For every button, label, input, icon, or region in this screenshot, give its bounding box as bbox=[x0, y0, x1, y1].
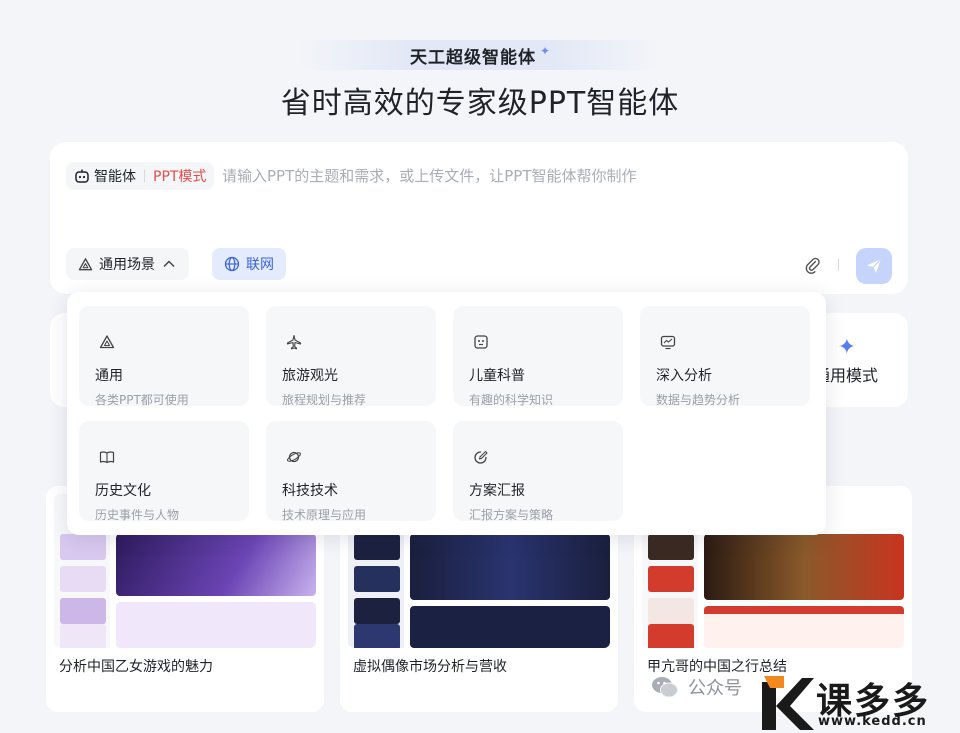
edit-icon bbox=[474, 450, 488, 464]
sparkle-icon: ✦ bbox=[837, 335, 856, 360]
globe-icon bbox=[224, 256, 240, 272]
robot-face-icon bbox=[474, 335, 488, 349]
prompt-composer: 智能体 PPT模式 通用场景 联网 bbox=[50, 142, 908, 294]
airplane-icon bbox=[286, 334, 302, 350]
ppt-mode-label: PPT模式 bbox=[153, 169, 207, 185]
triangle-icon bbox=[78, 257, 93, 270]
scene-option-proposal[interactable]: 方案汇报 汇报方案与策略 bbox=[453, 421, 623, 522]
web-search-toggle[interactable]: 联网 bbox=[212, 248, 286, 280]
sparkle-icon: ✦ bbox=[539, 44, 551, 58]
book-icon bbox=[99, 451, 115, 464]
web-button-label: 联网 bbox=[246, 257, 274, 273]
scene-name: 深入分析 bbox=[656, 368, 712, 384]
scene-desc: 旅程规划与推荐 bbox=[282, 393, 367, 407]
scene-name: 历史文化 bbox=[95, 483, 151, 499]
scene-option-technology[interactable]: 科技技术 技术原理与应用 bbox=[266, 421, 436, 522]
triangle-icon bbox=[99, 335, 115, 349]
watermark-text: 公众号 bbox=[688, 678, 742, 699]
scene-select-button[interactable]: 通用场景 bbox=[66, 248, 189, 280]
toolbar-divider bbox=[838, 259, 839, 271]
scene-desc: 数据与趋势分析 bbox=[656, 393, 741, 407]
scene-name: 通用 bbox=[95, 368, 123, 384]
scene-name: 旅游观光 bbox=[282, 368, 338, 384]
prompt-input[interactable] bbox=[222, 164, 862, 188]
wechat-watermark: 公众号 bbox=[650, 672, 742, 702]
brand-banner: 天工超级智能体 ✦ bbox=[300, 40, 660, 70]
robot-icon bbox=[75, 169, 89, 183]
scene-desc: 各类PPT都可使用 bbox=[95, 393, 189, 407]
monitor-chart-icon bbox=[660, 335, 676, 350]
scene-option-general[interactable]: 通用 各类PPT都可使用 bbox=[79, 306, 249, 407]
page-headline: 省时高效的专家级PPT智能体 bbox=[280, 86, 680, 121]
scene-dropdown-menu: 通用 各类PPT都可使用 旅游观光 旅程规划与推荐 儿童科普 有趣的科学知识 深… bbox=[67, 292, 826, 535]
agent-label: 智能体 bbox=[94, 169, 136, 185]
scene-desc: 汇报方案与策略 bbox=[469, 508, 554, 522]
scene-option-kids-science[interactable]: 儿童科普 有趣的科学知识 bbox=[453, 306, 623, 407]
scene-option-analysis[interactable]: 深入分析 数据与趋势分析 bbox=[640, 306, 810, 407]
planet-icon bbox=[287, 451, 301, 463]
send-icon bbox=[867, 258, 882, 273]
scene-desc: 历史事件与人物 bbox=[95, 508, 180, 522]
example-title: 虚拟偶像市场分析与营收 bbox=[353, 659, 507, 675]
send-button[interactable] bbox=[856, 248, 892, 284]
agent-mode-pill[interactable]: 智能体 PPT模式 bbox=[66, 162, 215, 190]
brand-name: 天工超级智能体 bbox=[409, 47, 536, 68]
scene-desc: 有趣的科学知识 bbox=[469, 393, 554, 407]
scene-desc: 技术原理与应用 bbox=[282, 508, 367, 522]
example-title: 分析中国乙女游戏的魅力 bbox=[59, 659, 213, 675]
scene-name: 方案汇报 bbox=[469, 483, 525, 499]
scene-option-travel[interactable]: 旅游观光 旅程规划与推荐 bbox=[266, 306, 436, 407]
site-logo: 课多多 www.kedd.cn bbox=[756, 668, 960, 733]
attachment-icon[interactable] bbox=[804, 256, 822, 274]
scene-option-history[interactable]: 历史文化 历史事件与人物 bbox=[79, 421, 249, 522]
scene-button-label: 通用场景 bbox=[99, 257, 155, 273]
wechat-icon bbox=[652, 677, 678, 698]
logo-site-url: www.kedd.cn bbox=[818, 714, 927, 729]
scene-name: 科技技术 bbox=[282, 483, 338, 499]
chevron-up-icon bbox=[163, 260, 175, 268]
k-logo-icon bbox=[762, 676, 814, 730]
scene-name: 儿童科普 bbox=[469, 368, 525, 384]
pill-divider bbox=[144, 170, 145, 182]
